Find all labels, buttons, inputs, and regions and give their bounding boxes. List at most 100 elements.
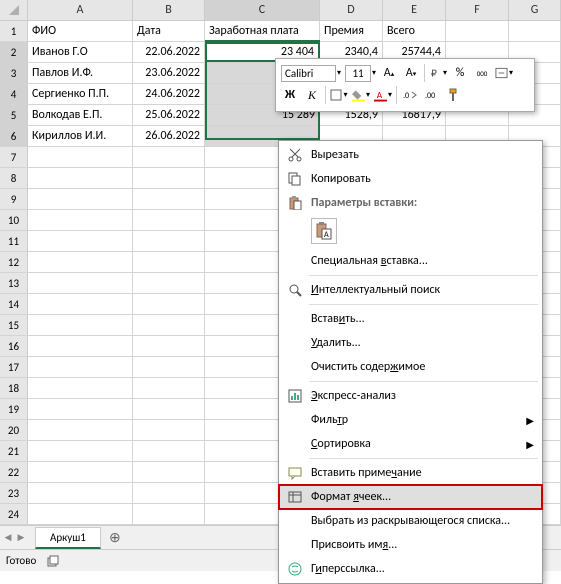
increase-font-icon[interactable]: A▴ [380, 64, 398, 82]
cell[interactable]: ФИО [28, 21, 133, 41]
merge-cells-icon[interactable]: ▾ [495, 64, 513, 82]
row-head[interactable]: 1 [0, 21, 28, 41]
row-head[interactable]: 20 [0, 420, 28, 440]
cell[interactable] [28, 357, 133, 377]
cell[interactable] [28, 168, 133, 188]
menu-pick-list[interactable]: Выбрать из раскрывающегося списка... [279, 509, 542, 533]
cell[interactable] [28, 483, 133, 503]
menu-clear[interactable]: Очистить содержимое [279, 355, 542, 379]
increase-decimal-icon[interactable]: .00 [423, 86, 441, 104]
menu-paste-special[interactable]: Специальная вставка... [279, 249, 542, 273]
cell[interactable] [28, 231, 133, 251]
cell[interactable] [133, 315, 205, 335]
row-head[interactable]: 18 [0, 378, 28, 398]
row-head[interactable]: 9 [0, 189, 28, 209]
cell[interactable] [28, 441, 133, 461]
col-head-d[interactable]: D [320, 0, 383, 20]
cell[interactable] [28, 399, 133, 419]
cell[interactable]: Дата [133, 21, 205, 41]
fill-color-button[interactable]: ▾ [352, 86, 370, 104]
font-size-dropdown[interactable]: 11▾ [345, 65, 376, 82]
cell[interactable]: 24.06.2022 [133, 84, 205, 104]
menu-smart-lookup[interactable]: Интеллектуальный поиск [279, 278, 542, 302]
italic-button[interactable]: К [303, 86, 321, 104]
cell[interactable]: Иванов Г.О [28, 42, 133, 62]
row-head[interactable]: 13 [0, 273, 28, 293]
menu-copy[interactable]: Копировать [279, 167, 542, 191]
col-head-f[interactable]: F [446, 0, 509, 20]
row-head[interactable]: 11 [0, 231, 28, 251]
col-head-b[interactable]: B [133, 0, 205, 20]
menu-sort[interactable]: Сортировка▶ [279, 432, 542, 456]
cell[interactable] [133, 273, 205, 293]
row-head[interactable]: 6 [0, 126, 28, 146]
cell[interactable] [133, 210, 205, 230]
col-head-a[interactable]: A [28, 0, 133, 20]
row-head[interactable]: 8 [0, 168, 28, 188]
cell[interactable] [509, 21, 561, 41]
menu-filter[interactable]: Фильтр▶ [279, 408, 542, 432]
row-head[interactable]: 22 [0, 462, 28, 482]
accounting-format-icon[interactable]: ₽▾ [429, 64, 447, 82]
font-color-button[interactable]: A▾ [374, 86, 392, 104]
col-head-g[interactable]: G [509, 0, 561, 20]
cell[interactable]: Сергиенко П.П. [28, 84, 133, 104]
cell[interactable] [133, 462, 205, 482]
select-all-corner[interactable] [0, 0, 28, 20]
comma-format-icon[interactable]: 000 [473, 64, 491, 82]
cell[interactable]: Премия [320, 21, 383, 41]
row-head[interactable]: 5 [0, 105, 28, 125]
row-head[interactable]: 19 [0, 399, 28, 419]
row-head[interactable]: 14 [0, 294, 28, 314]
menu-delete[interactable]: Удалить... [279, 331, 542, 355]
menu-insert-comment[interactable]: Вставить примечание [279, 461, 542, 485]
cell[interactable]: 25.06.2022 [133, 105, 205, 125]
cell[interactable] [28, 462, 133, 482]
cell[interactable] [28, 378, 133, 398]
cell[interactable] [133, 504, 205, 524]
cell[interactable] [28, 315, 133, 335]
cell[interactable] [133, 420, 205, 440]
cell[interactable] [446, 21, 509, 41]
cell[interactable] [28, 273, 133, 293]
cell[interactable] [133, 336, 205, 356]
cell[interactable] [133, 189, 205, 209]
cell[interactable] [133, 441, 205, 461]
cell[interactable] [133, 399, 205, 419]
cell[interactable] [28, 189, 133, 209]
decrease-decimal-icon[interactable]: .0 [401, 86, 419, 104]
row-head[interactable]: 4 [0, 84, 28, 104]
cell[interactable]: Заработная плата [205, 21, 320, 41]
cell[interactable] [133, 168, 205, 188]
row-head[interactable]: 16 [0, 336, 28, 356]
row-head[interactable]: 2 [0, 42, 28, 62]
cell[interactable]: Кириллов И.И. [28, 126, 133, 146]
cell[interactable]: 26.06.2022 [133, 126, 205, 146]
row-head[interactable]: 23 [0, 483, 28, 503]
row-head[interactable]: 3 [0, 63, 28, 83]
cell[interactable] [28, 336, 133, 356]
cell[interactable]: Павлов И.Ф. [28, 63, 133, 83]
tab-nav-next[interactable]: ▶ [15, 530, 27, 546]
menu-cut[interactable]: Вырезать [279, 143, 542, 167]
cell[interactable] [28, 147, 133, 167]
bold-button[interactable]: Ж [281, 86, 299, 104]
menu-define-name[interactable]: Присвоить имя... [279, 533, 542, 557]
cell[interactable] [133, 357, 205, 377]
cell[interactable] [133, 252, 205, 272]
decrease-font-icon[interactable]: A▾ [402, 64, 420, 82]
cell[interactable] [133, 378, 205, 398]
row-head[interactable]: 24 [0, 504, 28, 524]
paste-default-button[interactable]: A [311, 218, 337, 244]
cell[interactable] [28, 504, 133, 524]
cell[interactable]: Волкодав Е.П. [28, 105, 133, 125]
border-button[interactable]: ▾ [330, 86, 348, 104]
cell[interactable] [28, 294, 133, 314]
cell[interactable] [133, 294, 205, 314]
row-head[interactable]: 12 [0, 252, 28, 272]
cell[interactable] [28, 252, 133, 272]
cell[interactable] [133, 231, 205, 251]
cell[interactable] [133, 483, 205, 503]
cell[interactable] [28, 210, 133, 230]
cell[interactable]: Всего [383, 21, 446, 41]
